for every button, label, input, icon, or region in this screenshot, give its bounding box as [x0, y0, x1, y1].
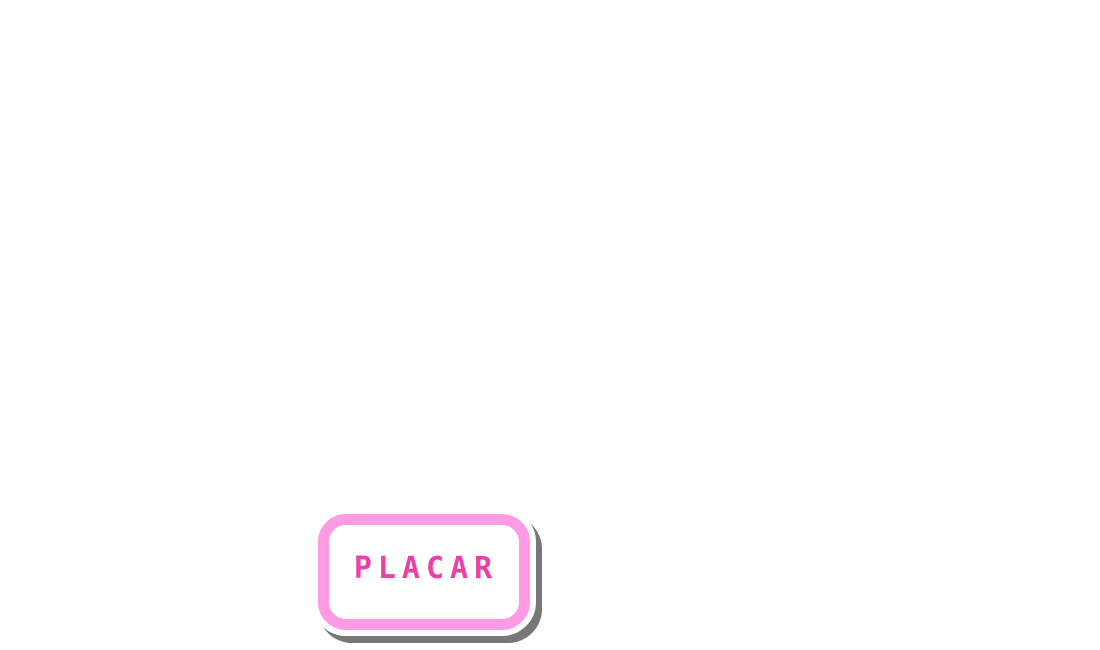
- placar-button-label: PLACAR: [353, 551, 499, 586]
- placar-button-frame: PLACAR: [318, 514, 530, 630]
- game-screen: PLACAR: [0, 0, 1100, 650]
- placar-button[interactable]: PLACAR: [312, 508, 536, 636]
